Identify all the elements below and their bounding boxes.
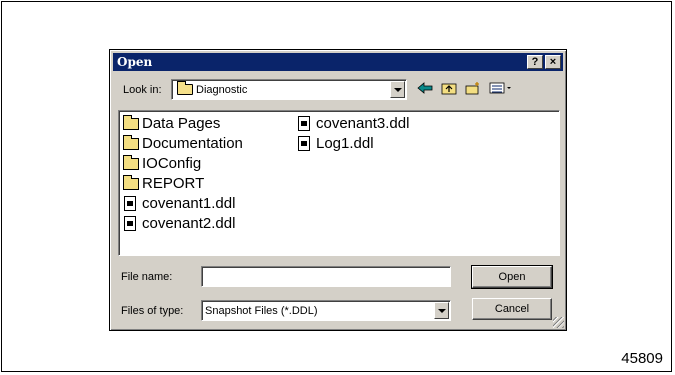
filename-label: File name: [121, 271, 173, 283]
file-list[interactable]: Data Pages Documentation IOConfig REPORT… [118, 110, 560, 256]
back-icon[interactable] [415, 81, 435, 99]
lookin-dropdown[interactable]: Diagnostic [171, 79, 407, 100]
lookin-value: Diagnostic [196, 84, 248, 96]
dialog-title: Open [117, 55, 153, 69]
item-label: IOConfig [142, 155, 202, 172]
filetype-dropdown[interactable]: Snapshot Files (*.DDL) [201, 300, 451, 321]
title-bar: Open ? × [113, 53, 563, 71]
open-button[interactable]: Open [471, 265, 553, 289]
file-icon [124, 196, 136, 211]
filetype-value: Snapshot Files (*.DDL) [205, 305, 318, 317]
lookin-dropdown-arrow[interactable] [390, 81, 405, 98]
filetype-dropdown-arrow[interactable] [434, 302, 449, 319]
up-folder-icon[interactable] [439, 81, 459, 99]
view-menu-icon[interactable] [488, 81, 514, 99]
file-icon [124, 216, 136, 231]
cancel-button[interactable]: Cancel [472, 298, 552, 320]
file-icon [298, 136, 310, 151]
help-button[interactable]: ? [527, 55, 543, 69]
folder-icon [123, 115, 139, 130]
lookin-label: Look in: [123, 84, 162, 96]
item-label: Log1.ddl [316, 135, 374, 152]
item-label: REPORT [142, 175, 205, 192]
item-label: Documentation [142, 135, 243, 152]
folder-icon [177, 81, 193, 95]
new-folder-icon[interactable] [463, 81, 483, 99]
filename-input[interactable] [201, 266, 451, 287]
open-dialog: Open ? × Look in: Diagnostic Data Pages … [109, 49, 567, 331]
item-label: covenant1.ddl [142, 195, 236, 212]
folder-icon [123, 175, 139, 190]
folder-icon [123, 135, 139, 150]
folder-icon [123, 155, 139, 170]
item-label: covenant2.ddl [142, 215, 236, 232]
filetype-label: Files of type: [121, 305, 184, 317]
close-button[interactable]: × [545, 55, 561, 69]
file-icon [298, 116, 310, 131]
item-label: covenant3.ddl [316, 115, 410, 132]
resize-grip[interactable] [553, 317, 564, 328]
figure-number: 45809 [621, 350, 663, 367]
item-label: Data Pages [142, 115, 221, 132]
